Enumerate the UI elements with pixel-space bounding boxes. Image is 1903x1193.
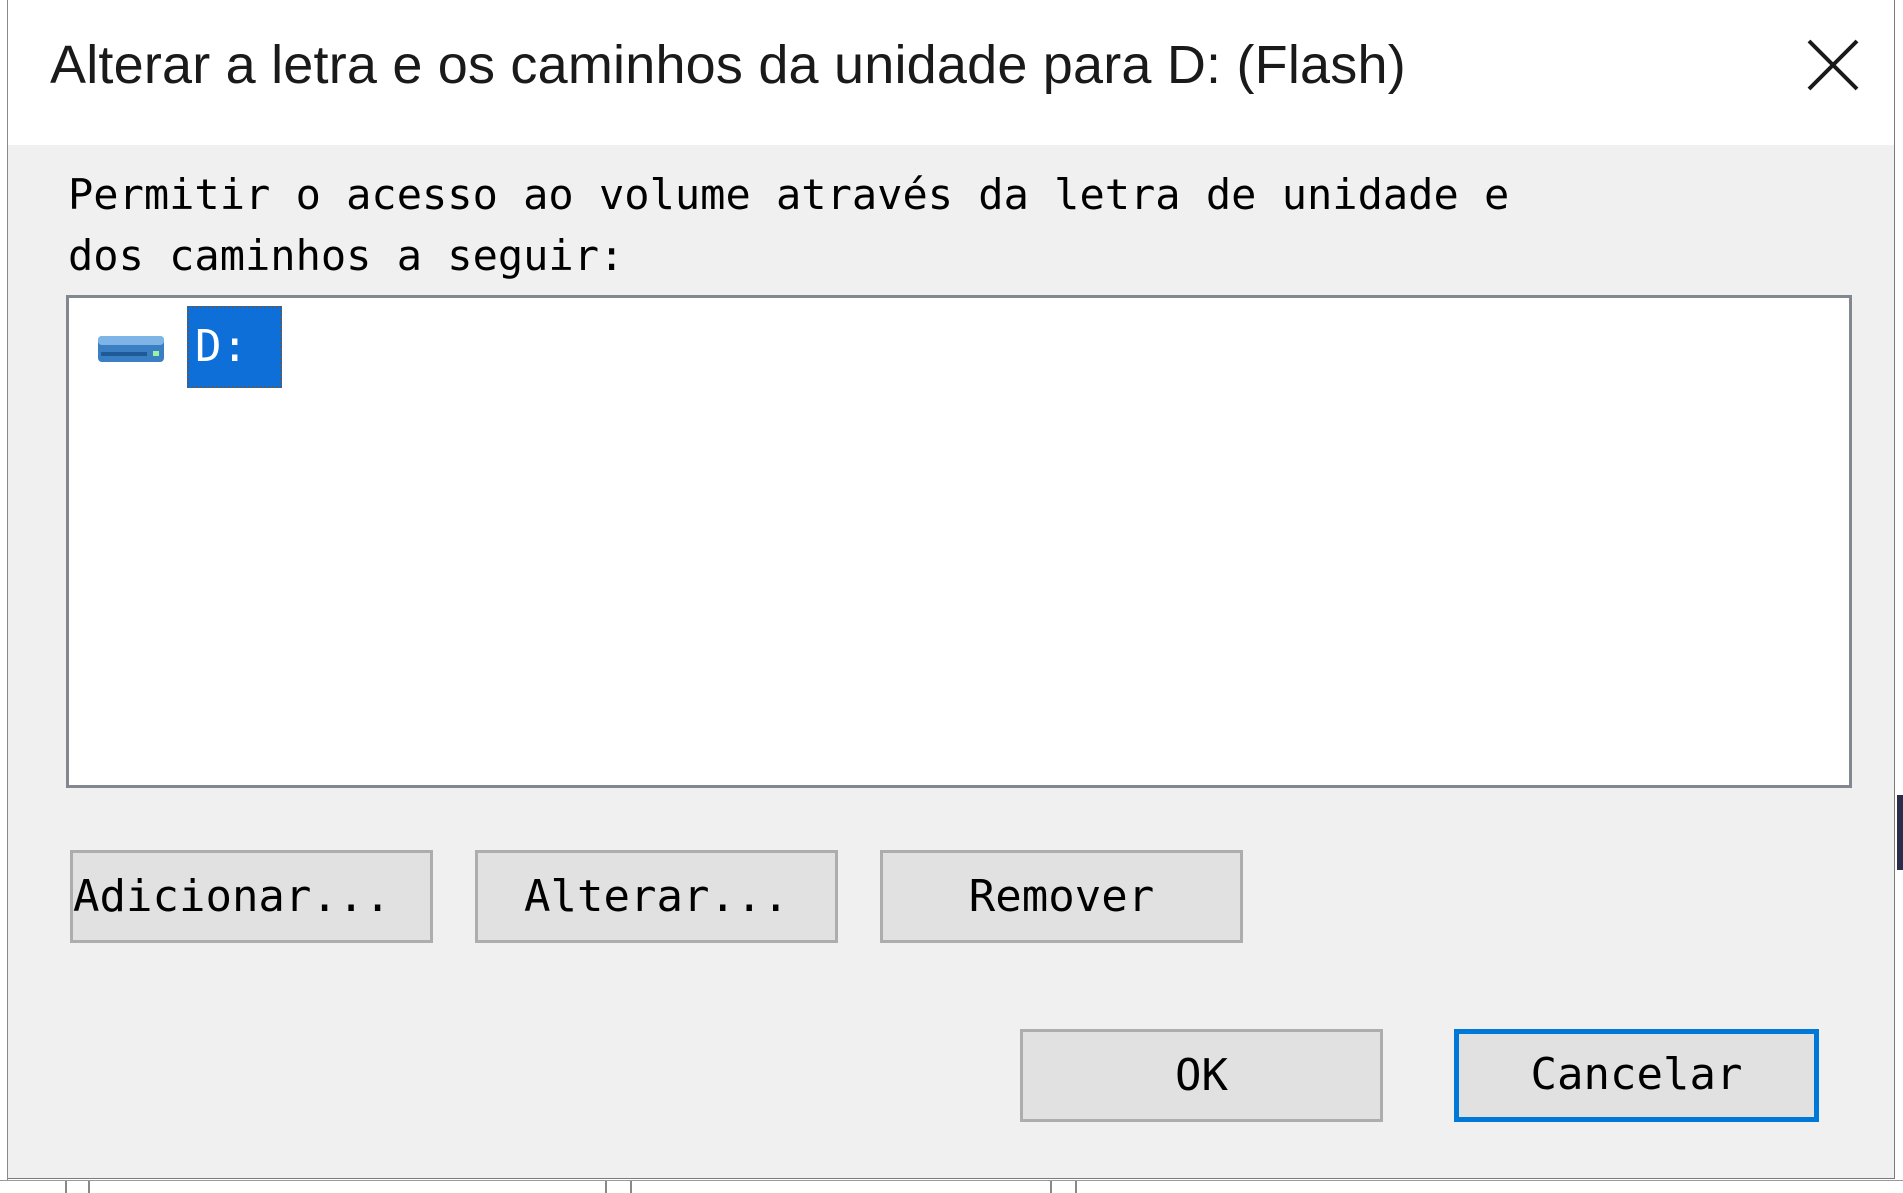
add-button[interactable]: Adicionar... (70, 850, 433, 943)
change-drive-letter-dialog: Alterar a letra e os caminhos da unidade… (8, 0, 1895, 1179)
description-text: Permitir o acesso ao volume através da l… (68, 170, 1510, 280)
ok-button[interactable]: OK (1020, 1029, 1383, 1122)
background-divider (1075, 1181, 1077, 1193)
background-divider (605, 1181, 607, 1193)
cancel-button[interactable]: Cancelar (1454, 1029, 1819, 1122)
dialog-title: Alterar a letra e os caminhos da unidade… (50, 35, 1406, 95)
title-bar: Alterar a letra e os caminhos da unidade… (8, 0, 1894, 145)
drive-paths-list[interactable]: D: (66, 295, 1852, 788)
change-button[interactable]: Alterar... (475, 850, 838, 943)
background-divider (88, 1181, 90, 1193)
background-window-edge (0, 0, 8, 1193)
background-window-bottom (0, 1180, 1903, 1193)
drive-icon (98, 336, 164, 362)
background-divider (65, 1181, 67, 1193)
background-window-mark (1897, 795, 1903, 870)
cancel-button-label: Cancelar (1530, 1049, 1743, 1100)
background-divider (1050, 1181, 1052, 1193)
close-button[interactable] (1788, 22, 1878, 108)
close-icon (1807, 39, 1859, 91)
remove-button[interactable]: Remover (880, 850, 1243, 943)
background-divider (630, 1181, 632, 1193)
list-item-label: D: (187, 306, 282, 388)
